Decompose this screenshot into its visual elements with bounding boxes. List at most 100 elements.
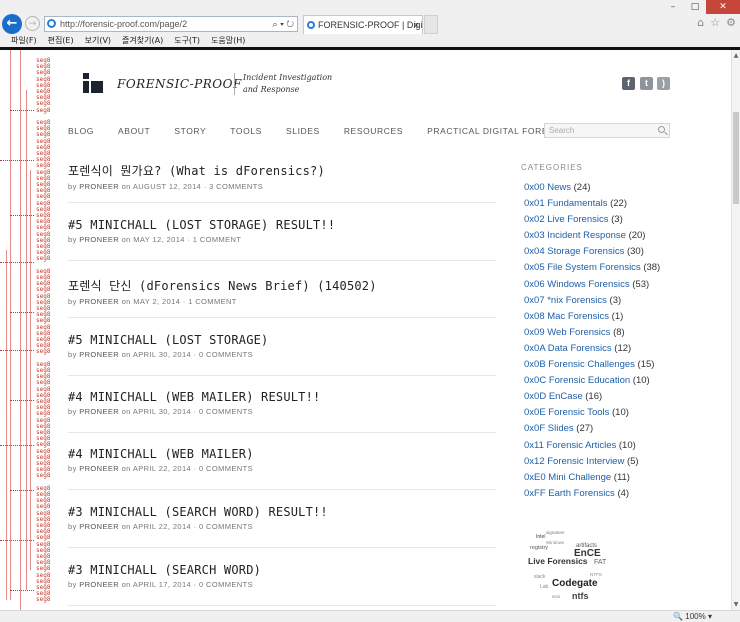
site-logo[interactable] [83, 73, 103, 93]
nav-blog[interactable]: BLOG [68, 126, 94, 136]
post-author[interactable]: PRONEER [79, 464, 119, 473]
dropdown-icon[interactable]: ▾ [280, 19, 284, 29]
nav-tools[interactable]: TOOLS [230, 126, 262, 136]
tag-cloud-item[interactable]: Windows [546, 540, 564, 545]
post-title[interactable]: #3 MINICHALL (SEARCH WORD) [68, 563, 496, 577]
category-link[interactable]: 0x06 Windows Forensics [524, 279, 630, 290]
category-link[interactable]: 0x01 Fundamentals [524, 198, 607, 209]
menu-tools[interactable]: 도구(T) [174, 35, 200, 47]
category-link[interactable]: 0x02 Live Forensics [524, 214, 608, 225]
post-author[interactable]: PRONEER [79, 580, 119, 589]
tab-close-button[interactable]: × [414, 16, 419, 34]
category-link[interactable]: 0xFF Earth Forensics [524, 488, 615, 499]
tag-cloud-item[interactable]: FAT [594, 559, 606, 566]
category-link[interactable]: 0xE0 Mini Challenge [524, 472, 611, 483]
post-comments[interactable]: 0 COMMENTS [199, 522, 253, 531]
address-tools[interactable]: ⌕ ▾ ↻ [273, 17, 294, 31]
address-bar[interactable]: http://forensic-proof.com/page/2 ⌕ ▾ ↻ [44, 16, 298, 32]
tag-cloud-item[interactable]: slack [534, 574, 545, 580]
post-title[interactable]: #3 MINICHALL (SEARCH WORD) RESULT!! [68, 505, 496, 519]
scroll-down-icon[interactable]: ▼ [732, 601, 740, 608]
tag-cloud-item[interactable]: NTFS [590, 572, 602, 577]
post-author[interactable]: PRONEER [79, 407, 119, 416]
category-link[interactable]: 0x12 Forensic Interview [524, 456, 624, 467]
category-link[interactable]: 0x0C Forensic Education [524, 375, 630, 386]
tag-cloud-item[interactable]: scsi [552, 594, 560, 599]
post-author[interactable]: PRONEER [79, 182, 119, 191]
post-author[interactable]: PRONEER [79, 350, 119, 359]
page-scrollbar[interactable]: ▲ ▼ [731, 50, 740, 610]
tag-cloud-item[interactable]: ntfs [572, 591, 589, 601]
post-author[interactable]: PRONEER [79, 297, 119, 306]
category-link[interactable]: 0x0E Forensic Tools [524, 407, 609, 418]
category-link[interactable]: 0x11 Forensic Articles [524, 440, 616, 451]
post-date[interactable]: APRIL 17, 2014 [133, 580, 191, 589]
browser-tab[interactable]: FORENSIC-PROOF | Digital... × [303, 15, 423, 34]
tag-cloud-item[interactable]: Codegate [552, 578, 598, 589]
post-comments[interactable]: 1 COMMENT [193, 235, 242, 244]
post-date[interactable]: MAY 12, 2014 [133, 235, 185, 244]
close-window-button[interactable]: ✕ [706, 0, 740, 14]
category-link[interactable]: 0x0A Data Forensics [524, 343, 612, 354]
star-icon[interactable]: ☆ [710, 16, 720, 29]
category-link[interactable]: 0x03 Incident Response [524, 230, 626, 241]
category-link[interactable]: 0x0B Forensic Challenges [524, 359, 635, 370]
post-date[interactable]: APRIL 30, 2014 [133, 407, 191, 416]
post-title[interactable]: #5 MINICHALL (LOST STORAGE) RESULT!! [68, 218, 496, 232]
search-icon[interactable]: ⌕ [273, 19, 278, 29]
category-link[interactable]: 0x0D EnCase [524, 391, 583, 402]
forward-button[interactable]: → [25, 16, 40, 31]
site-brand[interactable]: FORENSIC-PROOF [117, 77, 242, 91]
back-button[interactable]: ← [2, 14, 22, 34]
menu-view[interactable]: 보기(V) [85, 35, 111, 47]
post-comments[interactable]: 1 COMMENT [188, 297, 237, 306]
post-author[interactable]: PRONEER [79, 235, 119, 244]
post-comments[interactable]: 0 COMMENTS [199, 350, 253, 359]
tag-cloud-item[interactable]: signature [546, 530, 565, 535]
nav-story[interactable]: STORY [174, 126, 206, 136]
menu-help[interactable]: 도움말(H) [211, 35, 245, 47]
gear-icon[interactable]: ⚙ [726, 16, 736, 29]
tag-cloud-item[interactable]: Intel [536, 534, 545, 540]
post-author[interactable]: PRONEER [79, 522, 119, 531]
category-link[interactable]: 0x08 Mac Forensics [524, 311, 609, 322]
minimize-button[interactable]: – [662, 0, 684, 14]
post-date[interactable]: APRIL 30, 2014 [133, 350, 191, 359]
post-comments[interactable]: 0 COMMENTS [199, 464, 253, 473]
category-link[interactable]: 0x07 *nix Forensics [524, 295, 607, 306]
post-date[interactable]: APRIL 22, 2014 [133, 522, 191, 531]
nav-resources[interactable]: RESOURCES [344, 126, 403, 136]
category-link[interactable]: 0x04 Storage Forensics [524, 246, 624, 257]
nav-about[interactable]: ABOUT [118, 126, 150, 136]
category-link[interactable]: 0x0F Slides [524, 423, 574, 434]
maximize-button[interactable]: □ [684, 0, 706, 14]
post-title[interactable]: 포렌식이 뭔가요? (What is dForensics?) [68, 162, 496, 179]
category-link[interactable]: 0x00 News [524, 182, 571, 193]
zoom-control[interactable]: 🔍 100% ▾ [673, 611, 712, 622]
menu-file[interactable]: 파일(F) [11, 35, 37, 47]
tag-cloud-item[interactable]: Live Forensics [528, 556, 588, 566]
menu-favorites[interactable]: 즐겨찾기(A) [122, 35, 163, 47]
tag-cloud-item[interactable]: registry [530, 545, 548, 551]
twitter-icon[interactable]: t [640, 77, 653, 90]
post-date[interactable]: AUGUST 12, 2014 [133, 182, 201, 191]
post-date[interactable]: MAY 2, 2014 [133, 297, 180, 306]
post-comments[interactable]: 0 COMMENTS [199, 407, 253, 416]
tag-cloud-item[interactable]: Lab [540, 584, 548, 590]
new-tab-button[interactable] [424, 15, 438, 34]
home-icon[interactable]: ⌂ [697, 16, 704, 29]
post-comments[interactable]: 0 COMMENTS [199, 580, 253, 589]
post-date[interactable]: APRIL 22, 2014 [133, 464, 191, 473]
refresh-icon[interactable]: ↻ [286, 19, 294, 29]
search-input[interactable]: Search [544, 123, 670, 138]
post-comments[interactable]: 3 COMMENTS [209, 182, 263, 191]
nav-slides[interactable]: SLIDES [286, 126, 320, 136]
category-link[interactable]: 0x09 Web Forensics [524, 327, 610, 338]
facebook-icon[interactable]: f [622, 77, 635, 90]
scroll-thumb[interactable] [733, 112, 739, 204]
post-title[interactable]: #4 MINICHALL (WEB MAILER) RESULT!! [68, 390, 496, 404]
rss-icon[interactable]: ) [657, 77, 670, 90]
category-link[interactable]: 0x05 File System Forensics [524, 262, 641, 273]
post-title[interactable]: #5 MINICHALL (LOST STORAGE) [68, 333, 496, 347]
search-icon[interactable] [658, 126, 665, 133]
